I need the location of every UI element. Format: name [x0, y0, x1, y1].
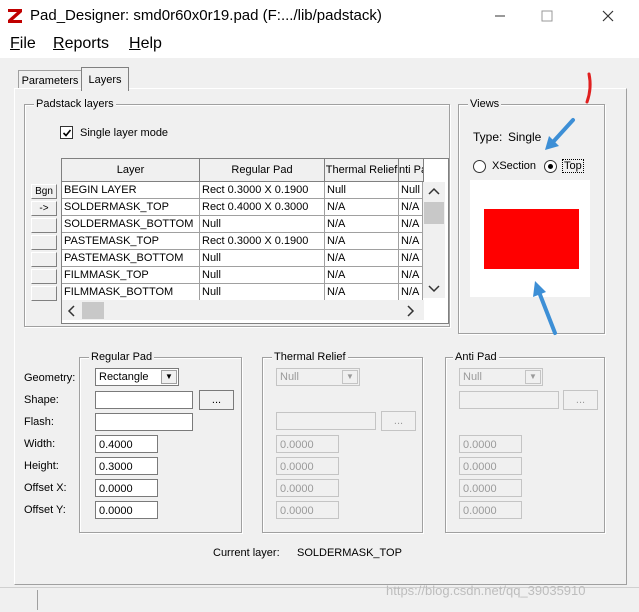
regular-pad-width-input[interactable]: 0.4000 [95, 435, 158, 453]
offset-x-label: Offset X: [24, 482, 67, 494]
anti-pad-label: Anti Pad [453, 351, 499, 363]
anti-pad-height-input[interactable]: 0.0000 [459, 457, 522, 475]
thermal-relief-geometry-value: Null [280, 371, 299, 383]
red-pen-mark [585, 72, 592, 104]
thermal-relief-browse-button[interactable]: ... [381, 411, 416, 431]
chevron-down-icon[interactable]: ▼ [161, 370, 177, 384]
anti-pad-geometry-select[interactable]: Null ▼ [459, 368, 543, 386]
anti-pad-offset-y-input[interactable]: 0.0000 [459, 501, 522, 519]
regular-pad-geometry-value: Rectangle [99, 371, 149, 383]
regular-pad-shape-input[interactable] [95, 391, 193, 409]
anti-pad-offset-x-input[interactable]: 0.0000 [459, 479, 522, 497]
thermal-relief-offset-x-input[interactable]: 0.0000 [276, 479, 339, 497]
regular-pad-shape-browse-button[interactable]: ... [199, 390, 234, 410]
thermal-relief-shape-input[interactable] [276, 412, 376, 430]
flash-label: Flash: [24, 416, 54, 428]
current-layer-value: SOLDERMASK_TOP [297, 547, 402, 559]
tab-layers-label: Layers [88, 73, 122, 86]
anti-pad-browse-button[interactable]: ... [563, 390, 598, 410]
regular-pad-offset-x-input[interactable]: 0.0000 [95, 479, 158, 497]
regular-pad-offset-y-input[interactable]: 0.0000 [95, 501, 158, 519]
thermal-relief-offset-y-input[interactable]: 0.0000 [276, 501, 339, 519]
width-label: Width: [24, 438, 56, 450]
geometry-label: Geometry: [24, 372, 76, 384]
anti-pad-width-input[interactable]: 0.0000 [459, 435, 522, 453]
watermark-text: https://blog.csdn.net/qq_39035910 [386, 583, 586, 598]
regular-pad-geometry-select[interactable]: Rectangle ▼ [95, 368, 179, 386]
regular-pad-flash-input[interactable] [95, 413, 193, 431]
thermal-relief-height-input[interactable]: 0.0000 [276, 457, 339, 475]
height-label: Height: [24, 460, 59, 472]
regular-pad-label: Regular Pad [89, 351, 155, 363]
shape-label: Shape: [24, 394, 59, 406]
offset-y-label: Offset Y: [24, 504, 66, 516]
thermal-relief-width-input[interactable]: 0.0000 [276, 435, 339, 453]
current-layer-label: Current layer: [213, 547, 280, 559]
annotation-arrow-top [545, 118, 575, 150]
chevron-down-icon[interactable]: ▼ [525, 370, 541, 384]
thermal-relief-geometry-select[interactable]: Null ▼ [276, 368, 360, 386]
anti-pad-shape-input[interactable] [459, 391, 559, 409]
annotation-arrow-bottom [533, 281, 557, 335]
anti-pad-geometry-value: Null [463, 371, 482, 383]
chevron-down-icon[interactable]: ▼ [342, 370, 358, 384]
status-divider [37, 590, 38, 610]
thermal-relief-label: Thermal Relief [272, 351, 348, 363]
tab-layers[interactable]: Layers [81, 67, 129, 91]
regular-pad-height-input[interactable]: 0.3000 [95, 457, 158, 475]
